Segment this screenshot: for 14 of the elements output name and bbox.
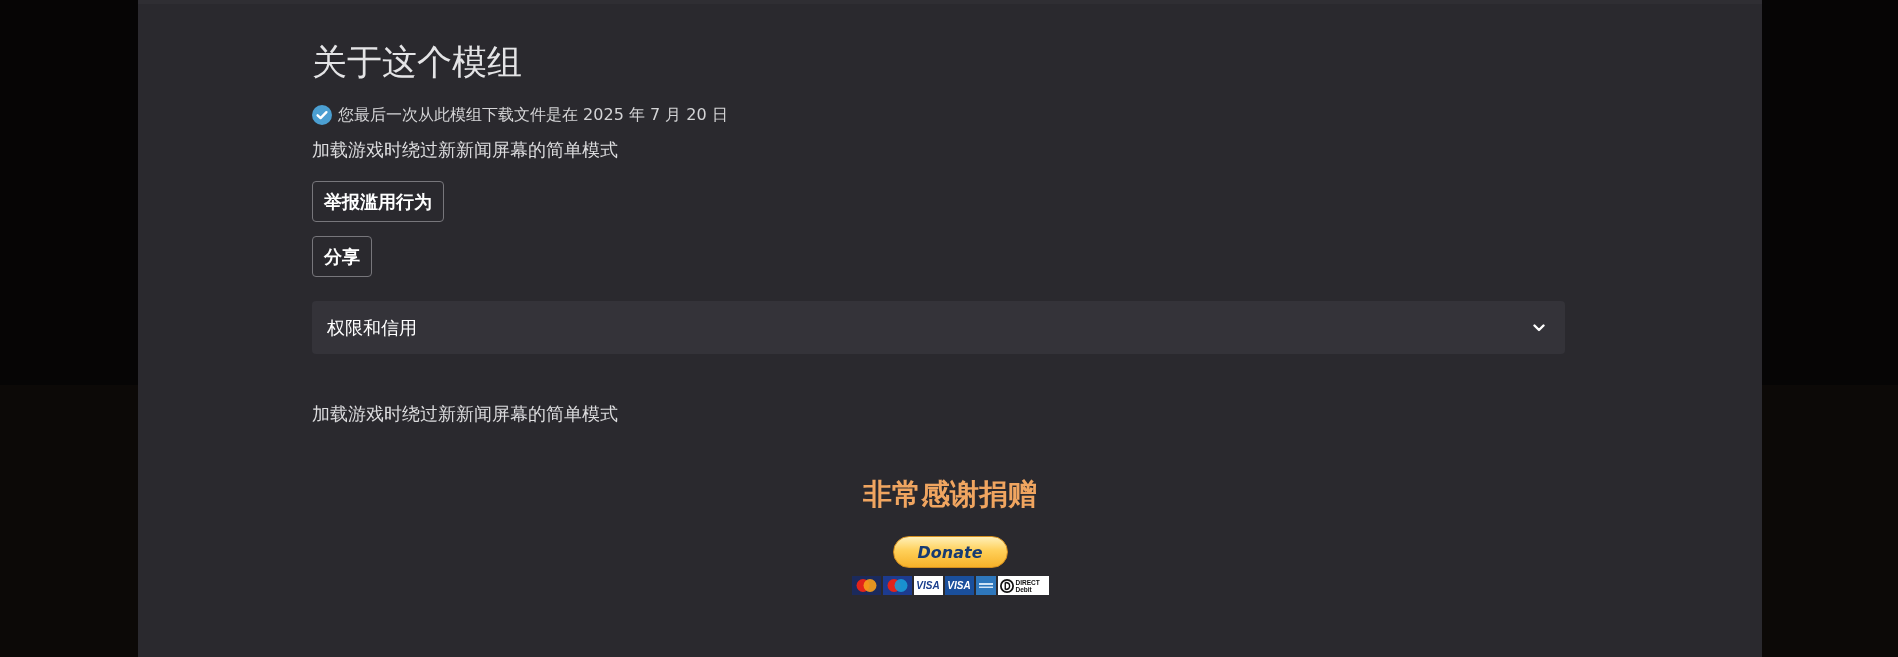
card-logo: VISA xyxy=(944,576,974,595)
d-letter-icon xyxy=(999,578,1014,593)
outline-button[interactable]: 分享 xyxy=(312,236,372,277)
download-note: 您最后一次从此模组下载文件是在 2025 年 7 月 20 日 xyxy=(338,104,728,126)
mod-summary: 加载游戏时绕过新新闻屏幕的简单模式 xyxy=(312,139,618,162)
permissions-accordion[interactable]: 权限和信用 xyxy=(312,301,1565,354)
section-title: 关于这个模组 xyxy=(312,41,522,83)
outline-button[interactable]: 举报滥用行为 xyxy=(312,181,444,222)
check-circle-icon xyxy=(312,105,332,125)
donation-heading: 非常感谢捐赠 xyxy=(863,476,1037,512)
card-logo: VISA xyxy=(913,576,943,595)
donate-button[interactable]: Donate xyxy=(892,536,1008,568)
mod-description: 加载游戏时绕过新新闻屏幕的简单模式 xyxy=(312,403,618,426)
chevron-down-icon xyxy=(1533,323,1545,332)
